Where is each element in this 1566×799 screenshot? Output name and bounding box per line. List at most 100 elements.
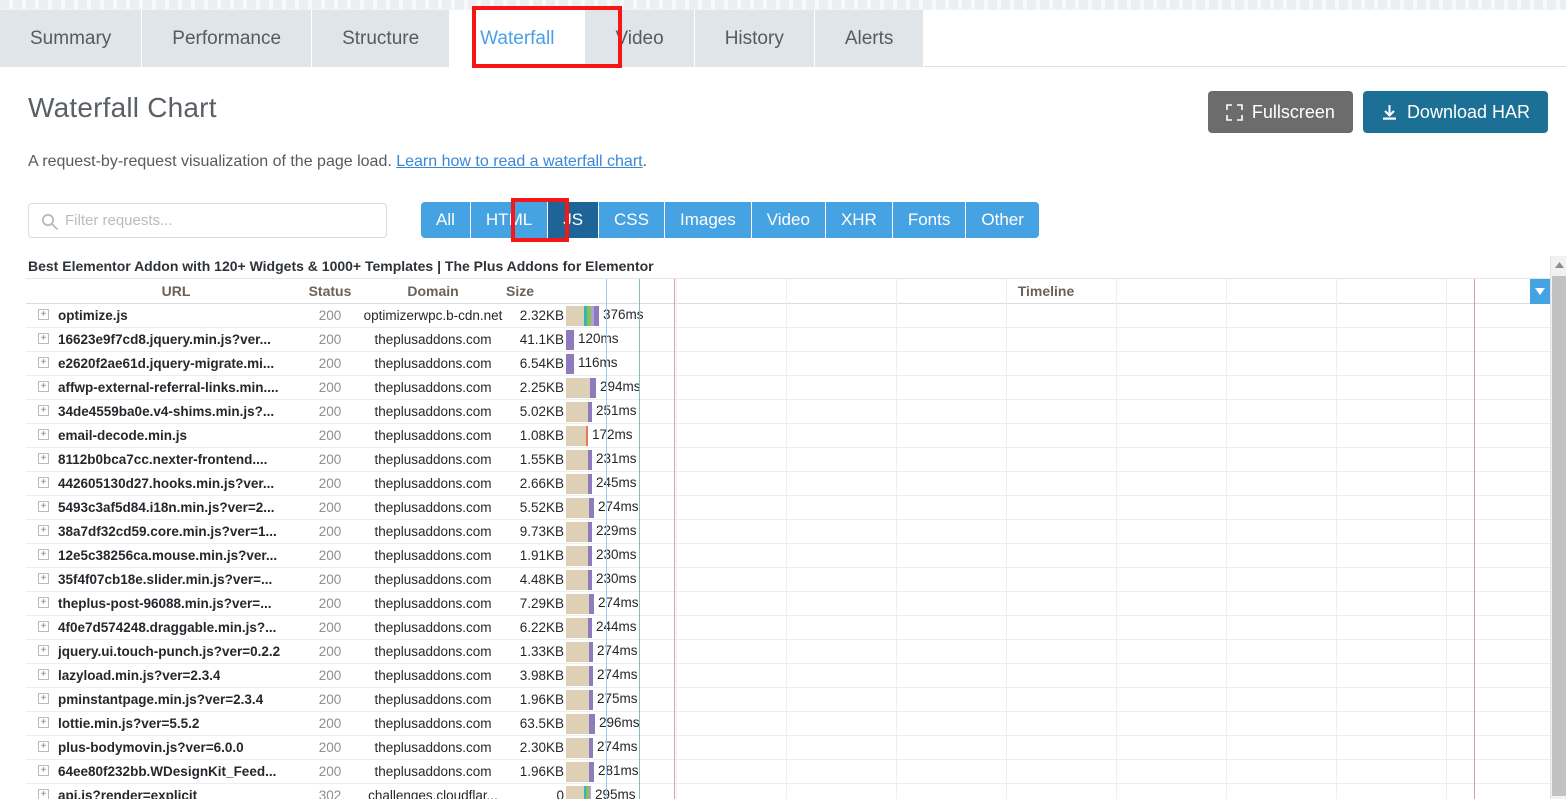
request-url: 8112b0bca7cc.nexter-frontend.... (58, 452, 268, 467)
expand-row-icon[interactable]: + (38, 429, 49, 440)
filter-chip-video[interactable]: Video (751, 202, 826, 238)
download-har-button-label: Download HAR (1406, 101, 1530, 122)
expand-row-icon[interactable]: + (38, 573, 49, 584)
request-duration-label: 172ms (592, 427, 633, 442)
expand-row-icon[interactable]: + (38, 357, 49, 368)
table-row[interactable]: +38a7df32cd59.core.min.js?ver=1... 200 the… (26, 520, 1550, 544)
table-row[interactable]: +34de4559ba0e.v4-shims.min.js?... 200 thep… (26, 400, 1550, 424)
table-row[interactable]: + jquery.ui.touch-punch.js?ver=0.2.2 200th… (26, 640, 1550, 664)
table-row[interactable]: + affwp-external-referral-links.min.... 20… (26, 376, 1550, 400)
expand-row-icon[interactable]: + (38, 549, 49, 560)
request-size: 1.33KB (519, 644, 564, 659)
table-row[interactable]: + plus-bodymovin.js?ver=6.0.0 200 theplusad… (26, 736, 1550, 760)
request-duration-label: 229ms (596, 523, 637, 538)
table-row[interactable]: + email-decode.min.js 200 theplusaddons.com… (26, 424, 1550, 448)
request-duration-label: 275ms (597, 691, 638, 706)
filter-chip-label: CSS (614, 210, 649, 229)
scrollbar-thumb[interactable] (1552, 276, 1566, 796)
expand-row-icon[interactable]: + (38, 333, 49, 344)
table-row[interactable]: +35f4f07cb18e.slider.min.js?ver=... 200th… (26, 568, 1550, 592)
request-duration-label: 274ms (598, 595, 639, 610)
table-row[interactable]: + pminstantpage.min.js?ver=2.3.4 200 theplu… (26, 688, 1550, 712)
filter-chip-other[interactable]: Other (966, 202, 1039, 238)
request-duration-label: 376ms (603, 307, 644, 322)
expand-row-icon[interactable]: + (38, 645, 49, 656)
expand-row-icon[interactable]: + (38, 693, 49, 704)
expand-row-icon[interactable]: + (38, 381, 49, 392)
request-url: theplus-post-96088.min.js?ver=... (58, 596, 272, 611)
download-har-button[interactable]: Download HAR (1362, 91, 1548, 133)
filter-requests-input[interactable] (29, 203, 386, 237)
expand-row-icon[interactable]: + (38, 741, 49, 752)
tab-history[interactable]: History (694, 10, 815, 67)
tab-bar-filler (924, 10, 1566, 67)
request-timeline-bar: 251ms (566, 400, 1550, 424)
table-row[interactable]: + api.js?render=explicit 302 challenges.clo… (26, 784, 1550, 799)
request-size: 7.29KB (519, 596, 564, 611)
request-size: 63.5KB (519, 716, 564, 731)
request-timeline-bar: 274ms (566, 592, 1550, 616)
request-size: 3.98KB (519, 668, 564, 683)
filter-chip-css[interactable]: CSS (599, 202, 665, 238)
table-row[interactable]: +16623e9f7cd8.jquery.min.js?ver... 200 the… (26, 328, 1550, 352)
expand-row-icon[interactable]: + (38, 309, 49, 320)
tab-waterfall[interactable]: Waterfall (450, 10, 586, 67)
request-size: 1.08KB (519, 428, 564, 443)
expand-row-icon[interactable]: + (38, 453, 49, 464)
request-url: 34de4559ba0e.v4-shims.min.js?... (58, 404, 275, 419)
expand-row-icon[interactable]: + (38, 405, 49, 416)
table-row[interactable]: +8112b0bca7cc.nexter-frontend.... 200 thep… (26, 448, 1550, 472)
filter-chip-fonts[interactable]: Fonts (892, 202, 967, 238)
filter-chip-xhr[interactable]: XHR (825, 202, 893, 238)
timeline-options-caret-icon[interactable] (1530, 279, 1550, 304)
timeline-segment-wait (566, 402, 588, 422)
column-header-timeline[interactable]: Timeline (566, 283, 1526, 299)
table-row[interactable]: + theplus-post-96088.min.js?ver=... 200 the… (26, 592, 1550, 616)
filter-chip-images[interactable]: Images (665, 202, 752, 238)
column-header-url[interactable]: URL (46, 283, 306, 299)
tab-summary[interactable]: Summary (0, 10, 143, 67)
request-size: 6.54KB (519, 356, 564, 371)
scrollbar-up-arrow-icon[interactable] (1551, 256, 1566, 273)
table-row[interactable]: + lazyload.min.js?ver=2.3.4 200 theplusaddo… (26, 664, 1550, 688)
timeline-segment-wait (566, 474, 588, 494)
request-timeline-bar: 275ms (566, 688, 1550, 712)
request-url: 5493c3af5d84.i18n.min.js?ver=2... (58, 500, 275, 515)
table-row[interactable]: +4f0e7d574248.draggable.min.js?... 200 the… (26, 616, 1550, 640)
table-body: + optimize.js 200 optimizerwpc.b-cdn.net 2.3… (26, 304, 1550, 799)
timeline-segment-download (588, 450, 592, 470)
vertical-scrollbar[interactable] (1550, 256, 1566, 799)
tab-performance[interactable]: Performance (142, 10, 313, 67)
expand-row-icon[interactable]: + (38, 525, 49, 536)
expand-row-icon[interactable]: + (38, 501, 49, 512)
tab-structure[interactable]: Structure (312, 10, 451, 67)
expand-row-icon[interactable]: + (38, 765, 49, 776)
fullscreen-button[interactable]: Fullscreen (1207, 91, 1353, 133)
tab-video[interactable]: Video (585, 10, 695, 67)
table-row[interactable]: + e2620f2ae61d.jquery-migrate.mi... 200 the… (26, 352, 1550, 376)
timeline-segment-download (589, 594, 594, 614)
table-row[interactable]: + optimize.js 200 optimizerwpc.b-cdn.net 2.3… (26, 304, 1550, 328)
table-row[interactable]: +442605130d27.hooks.min.js?ver... 200 thep… (26, 472, 1550, 496)
filter-chip-all[interactable]: All (421, 202, 471, 238)
tab-alerts[interactable]: Alerts (814, 10, 925, 67)
request-size: 5.52KB (519, 500, 564, 515)
expand-row-icon[interactable]: + (38, 621, 49, 632)
expand-row-icon[interactable]: + (38, 717, 49, 728)
table-row[interactable]: + lottie.min.js?ver=5.5.2 200 theplusaddons… (26, 712, 1550, 736)
expand-row-icon[interactable]: + (38, 789, 49, 799)
request-size: 1.55KB (519, 452, 564, 467)
learn-waterfall-link[interactable]: Learn how to read a waterfall chart (396, 153, 642, 170)
column-header-size[interactable]: Size (476, 283, 564, 299)
request-timeline-bar: 295ms (566, 784, 1550, 799)
expand-row-icon[interactable]: + (38, 477, 49, 488)
table-row[interactable]: +12e5c38256ca.mouse.min.js?ver... 200 thep… (26, 544, 1550, 568)
request-timeline-bar: 281ms (566, 760, 1550, 784)
request-duration-label: 295ms (595, 787, 636, 799)
expand-row-icon[interactable]: + (38, 669, 49, 680)
expand-row-icon[interactable]: + (38, 597, 49, 608)
filter-chip-html[interactable]: HTML (470, 202, 549, 238)
table-row[interactable]: +64ee80f232bb.WDesignKit_Feed... 200 thepl… (26, 760, 1550, 784)
table-row[interactable]: +5493c3af5d84.i18n.min.js?ver=2... 200 the… (26, 496, 1550, 520)
filter-chip-js[interactable]: JS (548, 202, 600, 238)
